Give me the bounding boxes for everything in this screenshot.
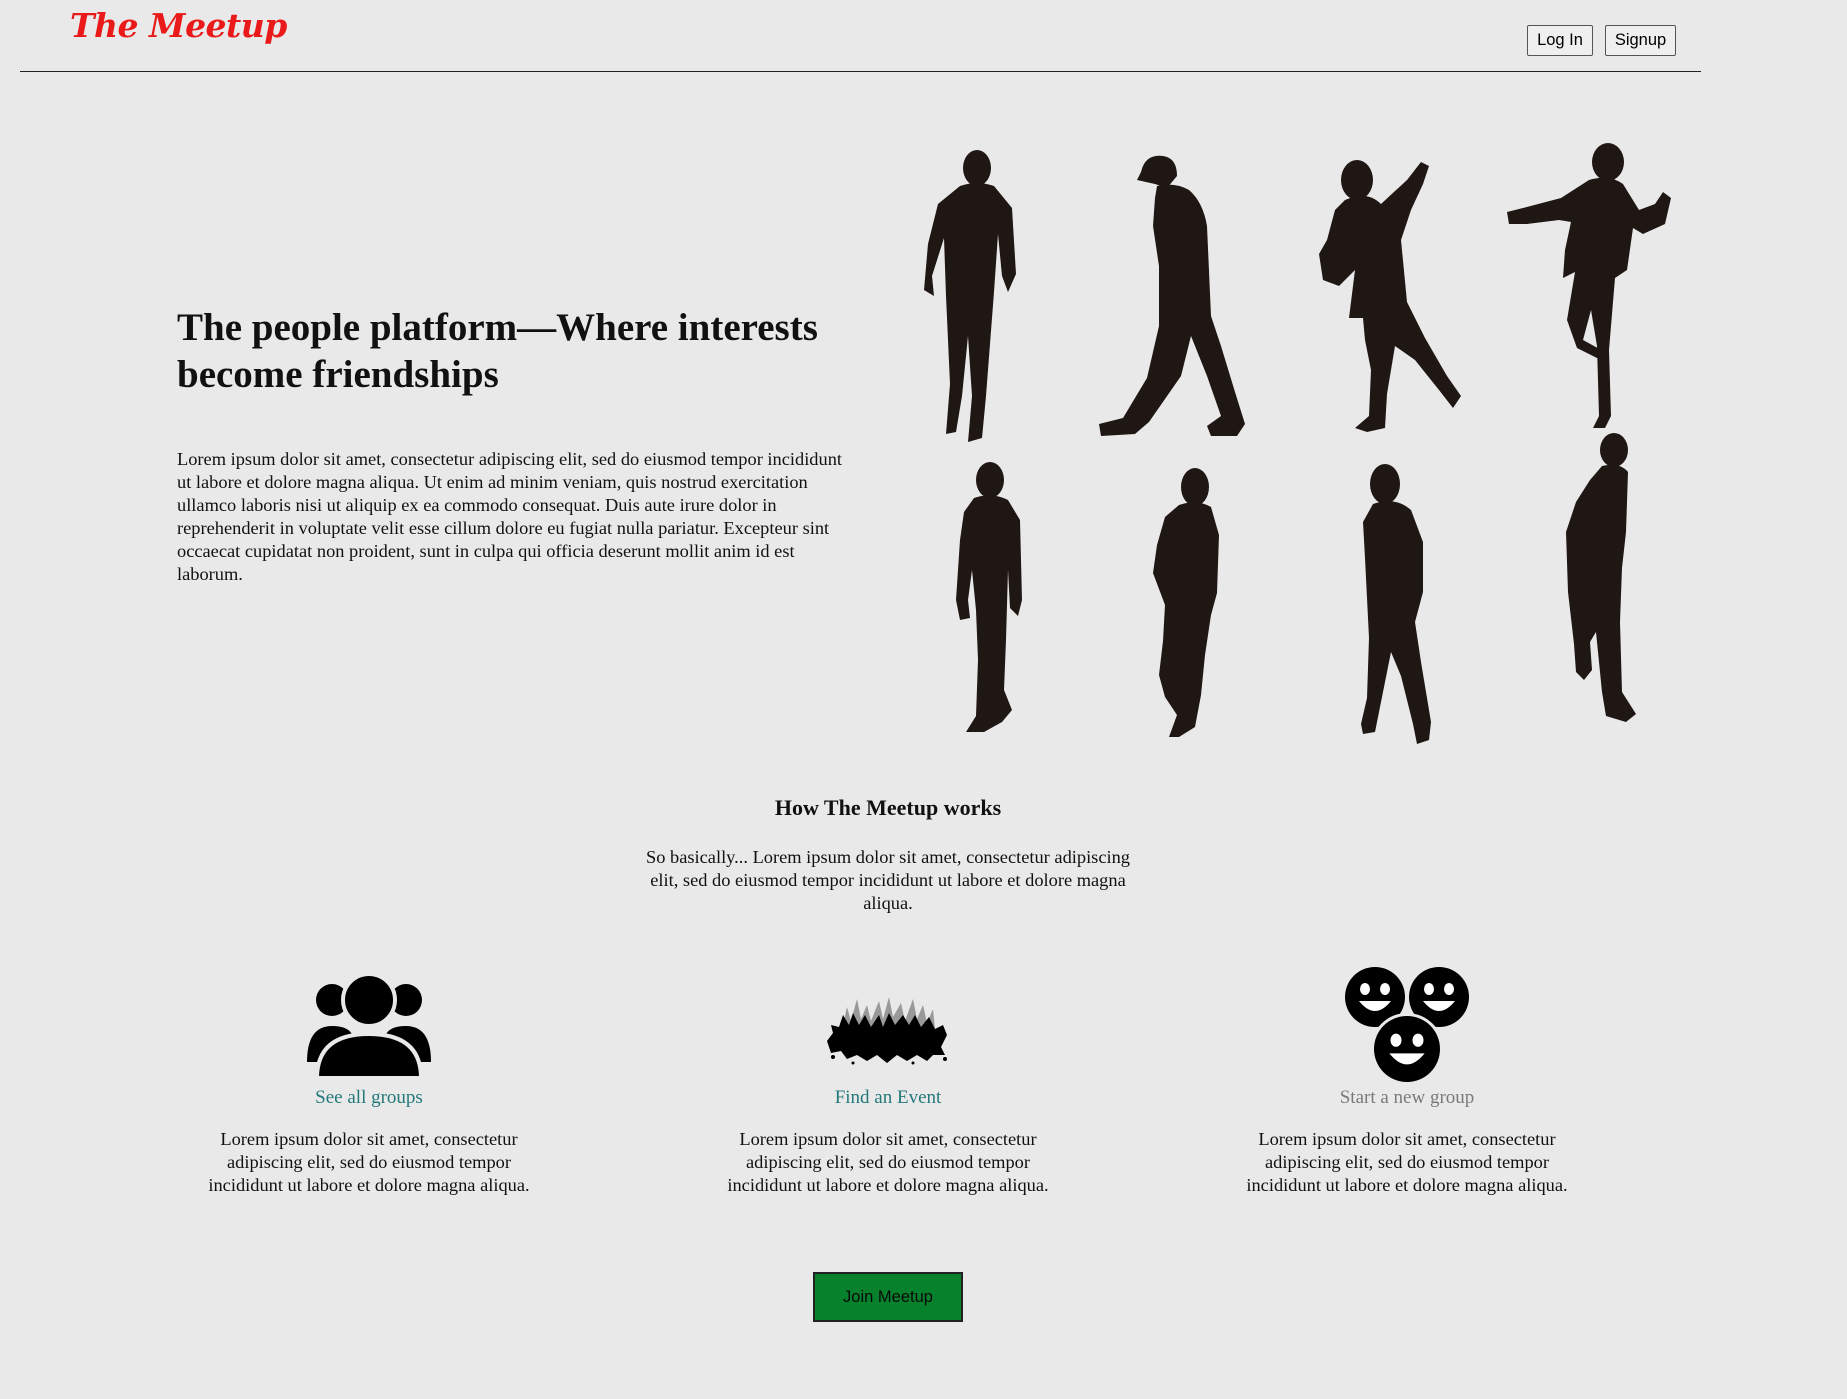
see-all-groups-link[interactable]: See all groups bbox=[199, 1086, 539, 1110]
person-silhouette-icon bbox=[1095, 146, 1265, 446]
crowd-icon bbox=[718, 965, 1058, 1085]
feature-description: Lorem ipsum dolor sit amet, consectetur … bbox=[1246, 1129, 1568, 1195]
feature-start-group: Start a new group Lorem ipsum dolor sit … bbox=[1237, 965, 1577, 1197]
signup-button[interactable]: Signup bbox=[1605, 25, 1676, 56]
how-it-works-title: How The Meetup works bbox=[774, 795, 1002, 820]
how-it-works-text: So basically... Lorem ipsum dolor sit am… bbox=[645, 847, 1130, 913]
feature-find-event: Find an Event Lorem ipsum dolor sit amet… bbox=[718, 965, 1058, 1197]
header-divider bbox=[20, 71, 1701, 72]
hero-description: Lorem ipsum dolor sit amet, consectetur … bbox=[177, 449, 842, 584]
group-icon bbox=[199, 965, 539, 1085]
page-background: The Meetup Log In Signup The people plat… bbox=[0, 0, 1847, 1399]
start-new-group-link[interactable]: Start a new group bbox=[1237, 1086, 1577, 1110]
smiley-faces-icon bbox=[1237, 965, 1577, 1085]
person-silhouette-icon bbox=[940, 460, 1040, 745]
join-meetup-button[interactable]: Join Meetup bbox=[813, 1272, 963, 1322]
person-silhouette-icon bbox=[1135, 465, 1235, 750]
find-event-link[interactable]: Find an Event bbox=[718, 1086, 1058, 1110]
feature-see-groups: See all groups Lorem ipsum dolor sit ame… bbox=[199, 965, 539, 1197]
person-silhouette-icon bbox=[1550, 432, 1650, 732]
person-silhouette-icon bbox=[910, 146, 1020, 446]
feature-description: Lorem ipsum dolor sit amet, consectetur … bbox=[208, 1129, 530, 1195]
site-logo[interactable]: The Meetup bbox=[70, 6, 287, 45]
person-silhouette-icon bbox=[1505, 140, 1675, 440]
feature-description: Lorem ipsum dolor sit amet, consectetur … bbox=[727, 1129, 1049, 1195]
hero-title: The people platform—Where interests beco… bbox=[177, 306, 818, 396]
login-button[interactable]: Log In bbox=[1527, 25, 1593, 56]
people-silhouettes-image bbox=[910, 140, 1680, 750]
person-silhouette-icon bbox=[1315, 150, 1475, 440]
person-silhouette-icon bbox=[1345, 462, 1455, 752]
